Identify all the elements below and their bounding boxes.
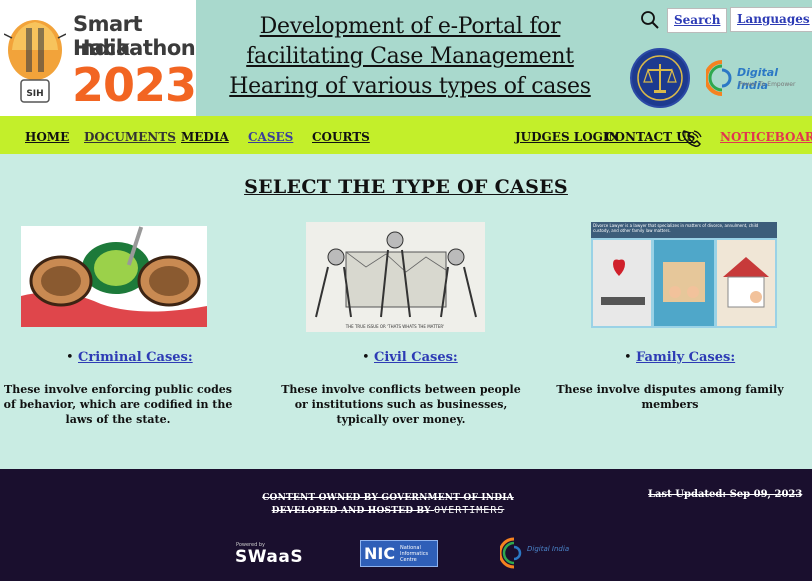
languages-button[interactable]: Languages: [730, 7, 812, 32]
bullet-criminal: •: [66, 350, 74, 365]
ecourts-emblem: [630, 48, 690, 108]
footer-developed-prefix: DEVELOPED AND HOSTED BY: [271, 506, 431, 516]
bullet-civil: •: [362, 350, 370, 365]
civil-cases-link[interactable]: Civil Cases:: [374, 350, 458, 365]
criminal-cases-link[interactable]: Criminal Cases:: [78, 350, 193, 365]
nav-documents[interactable]: DOCUMENTS: [84, 130, 176, 144]
nav-judges-login[interactable]: JUDGES LOGIN: [515, 130, 620, 144]
family-case-image[interactable]: Divorce Lawyer is a lawyer that speciali…: [591, 222, 777, 328]
crime-scene-illustration: [21, 226, 207, 327]
nav-cases[interactable]: CASES: [248, 130, 293, 144]
section-title: SELECT THE TYPE OF CASES: [244, 176, 568, 198]
phone-icon[interactable]: [680, 128, 704, 148]
nav-noticeboard[interactable]: NOTICEBOARD: [720, 130, 812, 144]
digital-india-text: Digital India: [737, 66, 778, 92]
site-header: SIH Smart India Hackathon 2023 Developme…: [0, 0, 812, 116]
search-icon[interactable]: [640, 10, 660, 30]
nic-full-name: National Informatics Centre: [400, 545, 429, 563]
nic-text: NIC: [364, 544, 396, 563]
digital-india-tagline: Power To Empower: [739, 81, 796, 88]
bullet-family: •: [624, 350, 632, 365]
footer-developer-name[interactable]: OVERTIMERS: [434, 505, 504, 516]
family-cases-link[interactable]: Family Cases:: [636, 350, 735, 365]
logo-line2: Hackathon: [73, 36, 196, 60]
criminal-case-image[interactable]: [21, 226, 207, 327]
swaas-text: SWaaS: [235, 547, 304, 567]
page-title[interactable]: Development of e-Portal for facilitating…: [200, 12, 620, 102]
nav-courts[interactable]: COURTS: [312, 130, 370, 144]
family-cases-description: These involve disputes among family memb…: [556, 383, 784, 411]
bulb-icon: SIH: [4, 20, 66, 103]
civil-cases-description: These involve conflicts between people o…: [281, 383, 521, 426]
logo-year: 2023: [72, 58, 196, 112]
sih-logo[interactable]: SIH Smart India Hackathon 2023: [0, 0, 196, 116]
site-footer: CONTENT OWNED BY GOVERNMENT OF INDIA DEV…: [0, 469, 812, 581]
nav-home[interactable]: HOME: [25, 130, 69, 144]
last-updated: Last Updated: Sep 09, 2023: [648, 489, 803, 500]
sih-badge: SIH: [26, 89, 43, 99]
footer-digital-india-text: Digital India: [527, 545, 570, 553]
scales-icon: [637, 55, 683, 101]
criminal-cases-description: These involve enforcing public codes of …: [3, 383, 233, 426]
family-law-illustration: Divorce Lawyer is a lawyer that speciali…: [591, 222, 777, 328]
family-image-caption: Divorce Lawyer is a lawyer that speciali…: [593, 223, 759, 233]
civil-cartoon-illustration: THE TRUE ISSUE OR 'THATS WHATS THE MATTE…: [306, 222, 485, 332]
search-button[interactable]: Search: [667, 8, 728, 33]
civil-case-image[interactable]: THE TRUE ISSUE OR 'THATS WHATS THE MATTE…: [306, 222, 485, 332]
civil-image-caption: THE TRUE ISSUE OR 'THATS WHATS THE MATTE…: [345, 324, 445, 329]
footer-developed-by: DEVELOPED AND HOSTED BY OVERTIMERS: [0, 505, 776, 516]
nav-media[interactable]: MEDIA: [181, 130, 229, 144]
footer-digital-india-logo[interactable]: [500, 536, 570, 570]
